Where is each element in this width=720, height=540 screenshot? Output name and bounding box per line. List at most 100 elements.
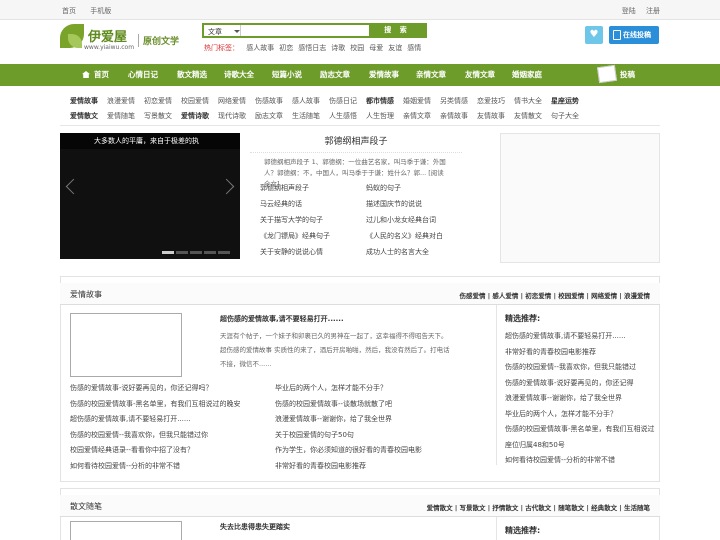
featured-link[interactable]: 描述国庆节的说说 [366,199,476,209]
recommend-link[interactable]: 浪漫爱情故事--谢谢你，给了我全世界 [505,393,655,403]
recommend-link[interactable]: 伤感的爱情故事-说好要再见的，你还记得 [505,378,655,388]
subnav-link[interactable]: 爱情故事 [70,94,98,108]
register-link[interactable]: 注册 [646,7,660,15]
featured-link[interactable]: 过儿和小龙女经典台词 [366,215,476,225]
hot-tag-link[interactable]: 感情 [407,44,421,52]
hot-tag-link[interactable]: 初恋 [279,44,293,52]
search-input[interactable] [240,25,370,36]
chevron-right-icon[interactable] [224,177,236,199]
article-link[interactable]: 关于校园爱情的句子50句 [275,430,475,440]
article-link[interactable]: 作为学生，你必须知道的很好看的青春校园电影 [275,445,475,455]
subnav-link[interactable]: 伤感故事 [255,94,283,108]
nav-item[interactable]: 友情文章 [465,64,495,86]
subnav-link[interactable]: 生活随笔 [292,109,320,123]
subnav-link[interactable]: 都市情感 [366,94,394,108]
featured-link[interactable]: 《龙门镖局》经典句子 [260,231,370,241]
feature-title[interactable]: 超伤感的爱情故事,请不要轻易打开...... [220,314,344,324]
article-link[interactable]: 如何看待校园爱情--分析的非常不错 [70,461,270,471]
article-link[interactable]: 伤感的爱情故事-说好要再见的，你还记得吗？ [70,383,270,393]
recommend-link[interactable]: 伤感的校园爱情故事-黑名单里，有我们互相说过 [505,424,655,434]
subnav-link[interactable]: 友情散文 [514,109,542,123]
login-link[interactable]: 登陆 [622,7,636,15]
subnav-link[interactable]: 爱情诗歌 [181,109,209,123]
featured-link[interactable]: 关于描写大学的句子 [260,215,370,225]
subnav-link[interactable]: 人生感悟 [329,109,357,123]
recommend-link[interactable]: 非常好看的青春校园电影推荐 [505,347,655,357]
nav-item[interactable]: 诗歌大全 [224,64,254,86]
article-link[interactable]: 浪漫爱情故事--谢谢你，给了我全世界 [275,414,475,424]
recommend-link[interactable]: 毕业后的两个人，怎样才能不分手？ [505,409,655,419]
article-link[interactable]: 校园爱情经典语录--看看你中招了没有？ [70,445,270,455]
hot-tag-link[interactable]: 诗歌 [331,44,345,52]
article-link[interactable]: 超伤感的爱情故事,请不要轻易打开...... [70,414,270,424]
subnav-link[interactable]: 恋爱技巧 [477,94,505,108]
article-link[interactable]: 伤感的校园爱情故事--谈散场就散了吧 [275,399,475,409]
nav-item[interactable]: 短篇小说 [272,64,302,86]
subnav-link[interactable]: 星座运势 [551,94,579,108]
top-mobile-link[interactable]: 手机版 [90,7,111,15]
recommend-link[interactable]: 如何看待校园爱情--分析的非常不错 [505,455,655,465]
article-link[interactable]: 伤感的校园爱情--我喜欢你，但我只能错过你 [70,430,270,440]
subnav-link[interactable]: 友情故事 [477,109,505,123]
subnav-link[interactable]: 婚姻爱情 [403,94,431,108]
subnav-link[interactable]: 现代诗歌 [218,109,246,123]
article-thumbnail[interactable] [70,313,182,377]
subnav-link[interactable]: 校园爱情 [181,94,209,108]
featured-link[interactable]: 郭德纲相声段子 [260,183,370,193]
nav-item[interactable]: 首页 [82,64,109,86]
nav-item[interactable]: 亲情文章 [416,64,446,86]
chevron-left-icon[interactable] [64,177,76,199]
nav-item[interactable]: 心情日记 [128,64,158,86]
contribute-button[interactable]: 在线投稿 [609,26,659,44]
slider-caption[interactable]: 大多数人的平庸，来自于极差的执 [60,133,240,149]
hot-tag-link[interactable]: 母爱 [369,44,383,52]
hot-tag-link[interactable]: 感悟日志 [298,44,326,52]
recommend-link[interactable]: 座位归属48和50号 [505,440,655,450]
subnav-link[interactable]: 感人故事 [292,94,320,108]
site-logo[interactable]: 伊爱屋 www.yiaiwu.com 原创文学 [60,24,180,60]
featured-link[interactable]: 马云经典的话 [260,199,370,209]
search-button[interactable]: 搜 索 [369,25,425,36]
article-link[interactable]: 非常好看的青春校园电影推荐 [275,461,475,471]
recommend-link[interactable]: 伤感的校园爱情--我喜欢你，但我只能错过 [505,362,655,372]
hot-tag-link[interactable]: 友谊 [388,44,402,52]
section-title[interactable]: 爱情故事 [70,289,102,300]
subnav-link[interactable]: 情书大全 [514,94,542,108]
subnav-link[interactable]: 浪漫爱情 [107,94,135,108]
section-title[interactable]: 散文随笔 [70,501,102,512]
image-slider[interactable]: 大多数人的平庸，来自于极差的执 [60,133,240,259]
subnav-link[interactable]: 写景散文 [144,109,172,123]
section-tags[interactable]: 伤感爱情 | 感人爱情 | 初恋爱情 | 校园爱情 | 网络爱情 | 浪漫爱情 [460,290,651,300]
nav-item[interactable]: 婚姻家庭 [512,64,542,86]
subnav-link[interactable]: 亲情故事 [440,109,468,123]
featured-link[interactable]: 关于安静的说说心情 [260,247,370,257]
nav-item[interactable]: 投稿 [596,64,635,86]
subnav-link[interactable]: 亲情文章 [403,109,431,123]
subnav-link[interactable]: 句子大全 [551,109,579,123]
nav-item[interactable]: 爱情故事 [369,64,399,86]
hot-tag-link[interactable]: 校园 [350,44,364,52]
hot-tag-link[interactable]: 感人故事 [246,44,274,52]
section-tags[interactable]: 爱情散文 | 写景散文 | 抒情散文 | 古代散文 | 随笔散文 | 经典散文 … [427,502,650,512]
recommend-link[interactable]: 超伤感的爱情故事,请不要轻易打开...... [505,331,655,341]
subnav-link[interactable]: 另类情感 [440,94,468,108]
search-type-select[interactable]: 文章 [208,27,222,37]
slider-dots[interactable] [162,248,232,256]
heart-icon[interactable]: ♥ [585,26,603,44]
subnav-link[interactable]: 人生哲理 [366,109,394,123]
featured-link[interactable]: 蚂蚁的句子 [366,183,476,193]
nav-item[interactable]: 散文精选 [177,64,207,86]
top-home-link[interactable]: 首页 [62,7,76,15]
article-link[interactable]: 毕业后的两个人，怎样才能不分手？ [275,383,475,393]
subnav-link[interactable]: 初恋爱情 [144,94,172,108]
article-link[interactable]: 伤感的校园爱情故事-黑名单里，有我们互相说过的晚安 [70,399,270,409]
subnav-link[interactable]: 爱情散文 [70,109,98,123]
featured-link[interactable]: 成功人士的名言大全 [366,247,476,257]
subnav-link[interactable]: 爱情随笔 [107,109,135,123]
featured-title[interactable]: 郭德纲相声段子 [250,133,462,153]
subnav-link[interactable]: 励志文章 [255,109,283,123]
nav-item[interactable]: 励志文章 [320,64,350,86]
subnav-link[interactable]: 伤感日记 [329,94,357,108]
featured-link[interactable]: 《人民的名义》经典对白 [366,231,476,241]
feature-title[interactable]: 失去比患得患失更踏实 [220,522,290,532]
